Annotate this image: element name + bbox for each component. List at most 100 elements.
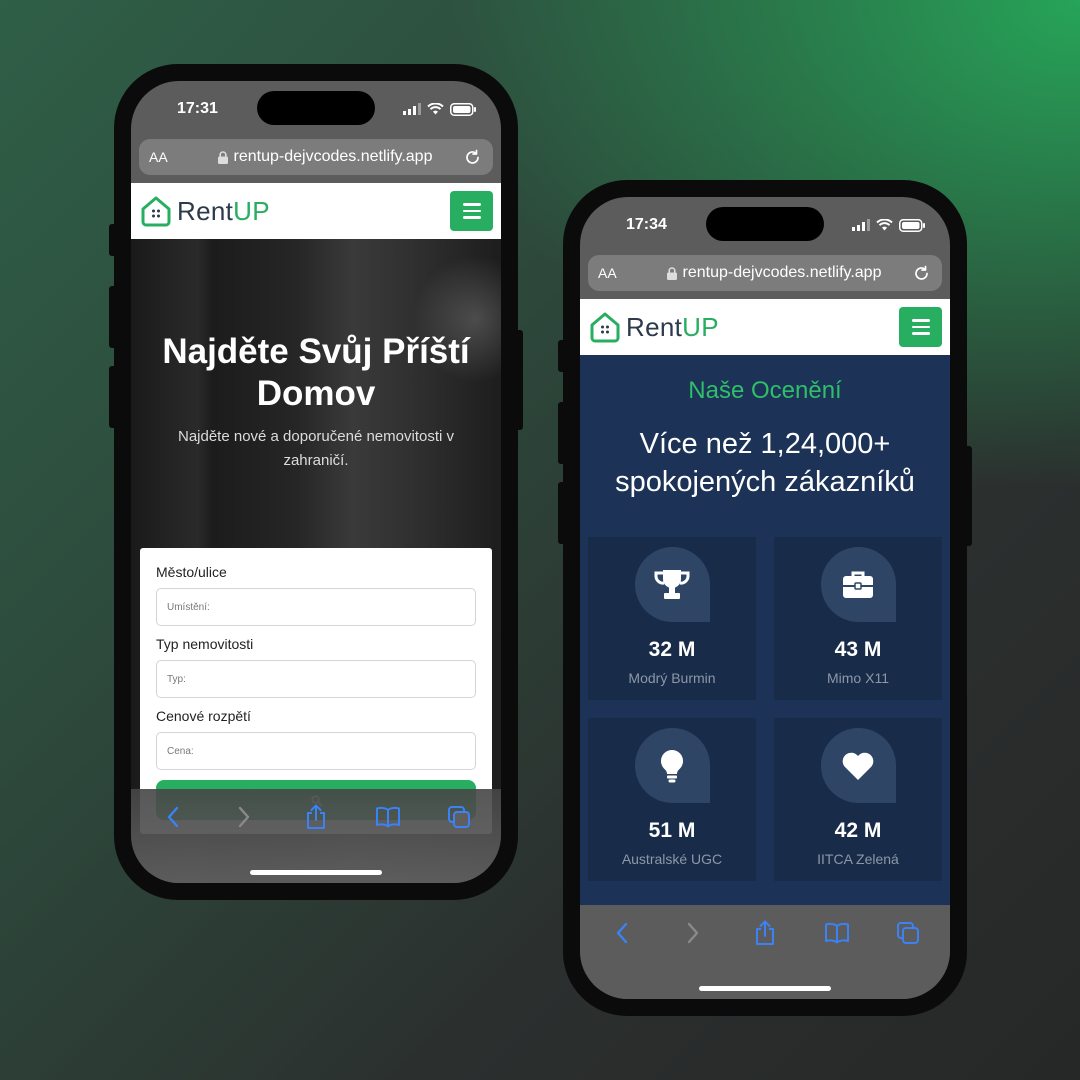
forward-button[interactable] xyxy=(224,803,264,831)
lock-icon xyxy=(217,150,228,164)
phone-power-button xyxy=(515,330,523,430)
phone-power-button xyxy=(964,446,972,546)
url-display[interactable]: rentup-dejvcodes.netlify.app xyxy=(189,148,461,166)
award-icon-badge xyxy=(820,547,896,622)
bookmarks-button[interactable] xyxy=(368,803,408,831)
url-display[interactable]: rentup-dejvcodes.netlify.app xyxy=(638,264,910,282)
wifi-icon xyxy=(427,103,444,115)
dynamic-island xyxy=(257,91,375,125)
reload-icon xyxy=(914,265,928,280)
hamburger-menu-button[interactable] xyxy=(450,191,493,231)
bookmarks-button[interactable] xyxy=(817,919,857,947)
status-time: 17:31 xyxy=(177,100,218,117)
logo-text-accent: UP xyxy=(233,195,270,226)
awards-section: Naše Ocenění Více než 1,24,000+ spokojen… xyxy=(580,355,950,999)
award-card: 42 M IITCA Zelená xyxy=(774,718,942,881)
award-caption: Mimo X11 xyxy=(827,670,889,686)
award-value: 42 M xyxy=(834,819,882,842)
logo-text-main: Rent xyxy=(626,311,683,342)
reload-button[interactable] xyxy=(910,265,932,282)
hamburger-menu-button[interactable] xyxy=(899,307,942,347)
status-indicators xyxy=(403,102,477,116)
type-input[interactable]: Typ: xyxy=(156,660,476,698)
award-icon-badge xyxy=(820,728,896,803)
back-button[interactable] xyxy=(153,803,193,831)
home-indicator xyxy=(699,986,831,991)
tabs-button[interactable] xyxy=(888,919,928,947)
chevron-left-icon xyxy=(616,922,627,944)
city-input[interactable]: Umístění: xyxy=(156,588,476,626)
phone-volume-down xyxy=(109,366,117,428)
battery-icon xyxy=(899,218,925,232)
award-icon-badge xyxy=(634,547,710,622)
url-text: rentup-dejvcodes.netlify.app xyxy=(233,148,433,165)
reload-icon xyxy=(465,149,479,164)
trophy-icon xyxy=(654,569,690,599)
share-button[interactable] xyxy=(296,803,336,831)
tabs-icon xyxy=(897,922,920,944)
phone-side-button xyxy=(558,340,566,372)
lock-icon xyxy=(666,266,677,280)
award-value: 32 M xyxy=(648,638,696,661)
signal-icon xyxy=(403,103,421,115)
lightbulb-icon xyxy=(660,749,684,782)
phone-side-button xyxy=(109,224,117,256)
house-logo-icon xyxy=(590,312,620,343)
share-button[interactable] xyxy=(745,919,785,947)
browser-address-bar[interactable]: AA rentup-dejvcodes.netlify.app xyxy=(139,139,493,175)
award-caption: Modrý Burmin xyxy=(628,670,716,686)
site-header: RentUP xyxy=(131,183,501,239)
chevron-left-icon xyxy=(167,806,178,828)
city-label: Město/ulice xyxy=(156,564,227,580)
browser-address-bar[interactable]: AA rentup-dejvcodes.netlify.app xyxy=(588,255,942,291)
price-input[interactable]: Cena: xyxy=(156,732,476,770)
reader-aa-button[interactable]: AA xyxy=(149,149,189,165)
chevron-right-icon xyxy=(688,922,699,944)
wifi-icon xyxy=(876,219,893,231)
logo-text-main: Rent xyxy=(177,195,234,226)
tabs-icon xyxy=(448,806,471,828)
phone-volume-down xyxy=(558,482,566,544)
award-card: 43 M Mimo X11 xyxy=(774,537,942,700)
award-icon-badge xyxy=(634,728,710,803)
awards-title: Více než 1,24,000+ spokojených zákazníků xyxy=(615,428,915,498)
phone-volume-up xyxy=(558,402,566,464)
heart-icon xyxy=(842,752,874,780)
reload-button[interactable] xyxy=(461,149,483,166)
forward-button[interactable] xyxy=(673,919,713,947)
awards-kicker: Naše Ocenění xyxy=(688,377,842,404)
rentup-logo[interactable]: RentUP xyxy=(588,310,719,344)
hero-subtitle: Najděte nové a doporučené nemovitosti v … xyxy=(177,428,454,469)
logo-text: RentUP xyxy=(177,196,270,227)
type-label: Typ nemovitosti xyxy=(156,636,254,652)
browser-toolbar xyxy=(580,905,950,999)
rentup-logo[interactable]: RentUP xyxy=(139,194,270,228)
back-button[interactable] xyxy=(602,919,642,947)
battery-icon xyxy=(450,102,476,116)
url-text: rentup-dejvcodes.netlify.app xyxy=(682,264,882,281)
award-card: 32 M Modrý Burmin xyxy=(588,537,756,700)
hero-title: Najděte Svůj Příští Domov xyxy=(162,332,470,413)
award-value: 51 M xyxy=(648,819,696,842)
award-card: 51 M Australské UGC xyxy=(588,718,756,881)
phone-screen: 17:31 AA rentup-dejvcodes.netlify.app Re… xyxy=(131,81,501,883)
site-header: RentUP xyxy=(580,299,950,355)
reader-aa-button[interactable]: AA xyxy=(598,265,638,281)
status-time: 17:34 xyxy=(626,216,667,233)
logo-text: RentUP xyxy=(626,312,719,343)
phone-volume-up xyxy=(109,286,117,348)
phone-screen: 17:34 AA rentup-dejvcodes.netlify.app Re… xyxy=(580,197,950,999)
signal-icon xyxy=(852,219,870,231)
briefcase-icon xyxy=(843,571,873,598)
logo-text-accent: UP xyxy=(682,311,719,342)
share-icon xyxy=(306,804,325,829)
price-label: Cenové rozpětí xyxy=(156,708,251,724)
phone-left: 17:31 AA rentup-dejvcodes.netlify.app Re… xyxy=(109,64,523,900)
award-caption: Australské UGC xyxy=(621,851,723,867)
home-indicator xyxy=(250,870,382,875)
browser-toolbar xyxy=(131,789,501,883)
share-icon xyxy=(755,920,774,945)
book-icon xyxy=(824,922,849,944)
awards-grid: 32 M Modrý Burmin 43 M Mimo X11 51 M Aus… xyxy=(588,537,942,881)
tabs-button[interactable] xyxy=(439,803,479,831)
